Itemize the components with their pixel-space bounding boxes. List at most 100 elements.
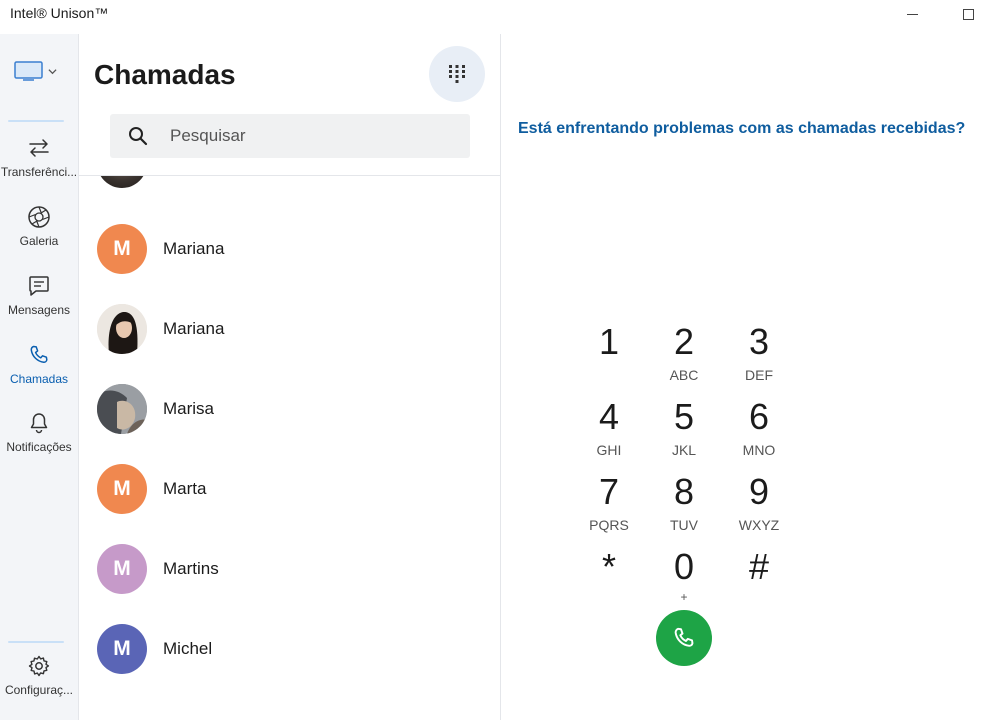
dial-key-7[interactable]: 7 PQRS	[573, 470, 645, 542]
aperture-icon	[28, 206, 50, 228]
dialpad-icon	[449, 65, 465, 83]
contact-name: Martins	[163, 559, 219, 578]
key-digit: 7	[598, 471, 620, 512]
app-title: Intel® Unison™	[10, 5, 109, 21]
rail-item-notifications[interactable]: Notificações	[0, 405, 78, 467]
rail-divider	[8, 120, 64, 122]
rail-item-label: Notificações	[6, 440, 72, 454]
key-letters: GHI	[596, 442, 622, 458]
rail-item-gallery[interactable]: Galeria	[0, 199, 78, 261]
contact-item[interactable]: Mariana	[79, 289, 500, 369]
contact-name: Mariana	[163, 319, 225, 338]
dial-key-hash[interactable]: #	[723, 545, 795, 617]
calls-list-pane: Chamadas M Mariana	[79, 34, 501, 720]
rail-item-calls[interactable]: Chamadas	[0, 337, 78, 399]
dial-key-5[interactable]: 5 JKL	[648, 395, 720, 467]
rail-divider	[8, 641, 64, 643]
key-digit: 4	[598, 396, 620, 437]
maximize-button[interactable]	[945, 0, 991, 28]
navigation-rail: Transferênci... Galeria Mensagens Chamad…	[0, 34, 79, 720]
monitor-icon	[14, 61, 43, 81]
rail-item-label: Transferênci...	[0, 165, 78, 179]
dial-key-1[interactable]: 1	[573, 320, 645, 392]
key-digit: 9	[748, 471, 770, 512]
page-title: Chamadas	[94, 59, 236, 90]
dial-key-2[interactable]: 2 ABC	[648, 320, 720, 392]
key-digit: 5	[673, 396, 695, 437]
key-letters: PQRS	[589, 517, 629, 533]
bell-icon	[30, 413, 48, 434]
chevron-down-icon	[48, 68, 57, 74]
dial-key-star[interactable]: *	[573, 545, 645, 617]
key-digit: 2	[673, 321, 695, 362]
dialer-pane: Está enfrentando problemas com as chamad…	[501, 34, 993, 720]
rail-item-label: Galeria	[19, 234, 59, 248]
avatar: M	[97, 224, 147, 274]
contact-name: Marta	[163, 479, 207, 498]
key-digit: 0	[673, 546, 695, 587]
rail-item-label: Mensagens	[7, 303, 71, 317]
minimize-icon	[906, 13, 918, 15]
contact-item[interactable]	[79, 176, 500, 203]
call-button[interactable]	[656, 610, 712, 666]
key-letters: ABC	[669, 367, 699, 383]
dial-key-8[interactable]: 8 TUV	[648, 470, 720, 542]
avatar-initial: M	[113, 557, 131, 580]
avatar-initial: M	[113, 637, 131, 660]
avatar-initial: M	[113, 237, 131, 260]
transfer-arrows-icon	[29, 139, 49, 157]
avatar-initial: M	[113, 477, 131, 500]
key-letters: DEF	[745, 367, 773, 383]
rail-item-messages[interactable]: Mensagens	[0, 268, 78, 330]
dialpad-button[interactable]	[429, 46, 485, 102]
key-letters: WXYZ	[738, 517, 780, 533]
rail-item-label: Configuraç...	[4, 683, 74, 697]
key-digit: 6	[748, 396, 770, 437]
dial-key-6[interactable]: 6 MNO	[723, 395, 795, 467]
key-letters: MNO	[742, 442, 776, 458]
dial-key-3[interactable]: 3 DEF	[723, 320, 795, 392]
key-digit: #	[748, 546, 770, 587]
key-digit: 1	[598, 321, 620, 362]
title-bar: Intel® Unison™	[0, 0, 993, 34]
avatar-photo	[97, 384, 147, 434]
avatar	[97, 304, 147, 354]
contact-item[interactable]: M Michel	[79, 609, 500, 689]
contact-name: Michel	[163, 639, 213, 658]
device-selector[interactable]	[14, 56, 72, 86]
gear-icon	[28, 655, 50, 677]
rail-item-settings[interactable]: Configuraç...	[0, 648, 78, 710]
key-digit: 8	[673, 471, 695, 512]
contact-name: Marisa	[163, 399, 215, 418]
contact-item[interactable]: M Mariana	[79, 209, 500, 289]
key-digit: 3	[748, 321, 770, 362]
dial-key-9[interactable]: 9 WXYZ	[723, 470, 795, 542]
avatar: M	[97, 624, 147, 674]
avatar: M	[97, 544, 147, 594]
search-icon	[129, 127, 148, 146]
maximize-icon	[962, 8, 974, 20]
avatar	[97, 176, 147, 188]
minimize-button[interactable]	[889, 0, 935, 28]
message-icon	[29, 276, 49, 296]
rail-item-transfer[interactable]: Transferênci...	[0, 130, 78, 192]
avatar: M	[97, 464, 147, 514]
incoming-calls-help-link[interactable]: Está enfrentando problemas com as chamad…	[518, 120, 965, 138]
contact-item[interactable]: Marisa	[79, 369, 500, 449]
dial-key-4[interactable]: 4 GHI	[573, 395, 645, 467]
search-input[interactable]	[168, 125, 442, 147]
contact-name: Mariana	[163, 239, 225, 258]
avatar-photo	[97, 304, 147, 354]
phone-icon	[30, 345, 48, 363]
key-letters: JKL	[671, 442, 697, 458]
contact-item[interactable]: M Martins	[79, 529, 500, 609]
dial-key-0[interactable]: 0 +	[648, 545, 720, 617]
key-letters: TUV	[670, 517, 698, 533]
contact-item[interactable]: M Marta	[79, 449, 500, 529]
key-digit: *	[601, 546, 616, 587]
phone-icon	[674, 627, 694, 647]
search-box[interactable]	[110, 114, 470, 158]
contact-list: M Mariana Mariana Marisa M Marta M Marti…	[79, 176, 500, 720]
key-letters: +	[680, 590, 688, 604]
avatar	[97, 384, 147, 434]
